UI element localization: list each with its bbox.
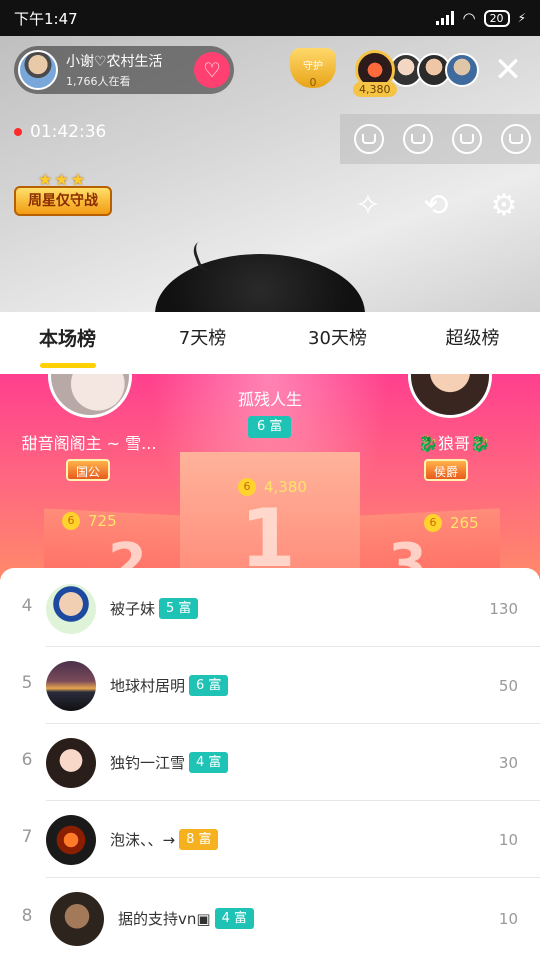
- user-avatar[interactable]: [46, 815, 96, 865]
- fan-avatar[interactable]: [445, 53, 479, 87]
- streamer-head: [155, 254, 365, 312]
- wealth-level-badge: 4 富: [189, 752, 229, 773]
- list-item[interactable]: 5 地球村居明 6 富 50: [0, 647, 540, 724]
- mic-seats: [340, 114, 540, 164]
- user-avatar[interactable]: [50, 892, 104, 946]
- recording-dot-icon: [14, 128, 22, 136]
- list-item[interactable]: 6 独钓一江雪 4 富 30: [0, 724, 540, 801]
- guard-label: 守护: [303, 61, 323, 72]
- close-icon[interactable]: ✕: [488, 50, 528, 90]
- guard-badge[interactable]: 守护 0: [290, 48, 336, 96]
- guard-count: 0: [309, 76, 317, 89]
- battery-icon: 20: [483, 9, 510, 27]
- second-place-score-value: 725: [88, 512, 117, 530]
- ranking-tabs: 本场榜 7天榜 30天榜 超级榜: [0, 312, 540, 374]
- seat-icon[interactable]: [500, 124, 531, 154]
- signal-icon: [436, 11, 455, 25]
- coin-icon: 6: [424, 514, 442, 532]
- seat-icon[interactable]: [451, 124, 482, 154]
- list-item[interactable]: 7 泡沫、、→ 8 富 10: [0, 801, 540, 878]
- switch-camera-icon[interactable]: ⟲: [416, 186, 456, 226]
- tab-30-days[interactable]: 30天榜: [270, 312, 405, 374]
- third-place-avatar[interactable]: [408, 374, 492, 418]
- third-place-title-badge: 侯爵: [424, 459, 469, 481]
- tab-this-session[interactable]: 本场榜: [0, 312, 135, 374]
- contribution-value: 10: [498, 831, 518, 849]
- weekly-star-battle-button[interactable]: ★★★ 周星仅守战: [14, 170, 112, 220]
- magic-wand-icon[interactable]: ✧: [348, 186, 388, 226]
- host-name: 小谢♡农村生活: [66, 54, 163, 70]
- user-name: 泡沫、、→: [110, 831, 176, 849]
- contribution-value: 50: [498, 677, 518, 695]
- charging-icon: ⚡: [517, 11, 526, 25]
- rank-number: 5: [21, 673, 33, 693]
- status-bar: 下午1:47 ◠ 20 ⚡: [0, 0, 540, 36]
- coin-icon: 6: [238, 478, 256, 496]
- second-place-score: 6 725: [62, 512, 117, 530]
- weekly-star-battle-label: 周星仅守战: [14, 186, 112, 216]
- list-item[interactable]: 8 据的支持vn▣ 4 富 10: [0, 880, 540, 957]
- divider: [46, 877, 540, 878]
- coin-icon: 6: [62, 512, 80, 530]
- third-place-score-value: 265: [450, 514, 479, 532]
- user-name: 被子妹: [110, 600, 156, 618]
- user-name: 地球村居明: [110, 677, 186, 695]
- live-timer: 01:42:36: [14, 122, 106, 142]
- third-place-score: 6 265: [424, 514, 479, 532]
- first-place-name: 孤残人生: [237, 390, 302, 409]
- contribution-value: 30: [498, 754, 518, 772]
- wifi-icon: ◠: [462, 9, 476, 27]
- user-name: 据的支持vn▣: [118, 910, 211, 928]
- viewer-count: 1,766人在看: [66, 75, 131, 88]
- host-avatar[interactable]: [18, 50, 58, 90]
- host-info-pill[interactable]: 小谢♡农村生活 1,766人在看 ♡: [14, 46, 234, 94]
- rank-number: 8: [21, 906, 33, 926]
- third-place-name: 🐉狼哥🐉: [418, 434, 490, 453]
- top-fan-value: 4,380: [353, 82, 397, 97]
- second-place-name: 甜音阁阁主 ~ 雪...: [21, 434, 157, 453]
- second-place-title-badge: 国公: [66, 459, 111, 481]
- first-place-score: 6 4,380: [238, 478, 307, 496]
- rank-number: 6: [21, 750, 33, 770]
- user-name: 独钓一江雪: [110, 754, 186, 772]
- list-item[interactable]: 4 被子妹 5 富 130: [0, 570, 540, 647]
- rank-number: 4: [21, 596, 33, 616]
- user-avatar[interactable]: [46, 661, 96, 711]
- status-time: 下午1:47: [14, 9, 78, 28]
- wealth-level-badge: 8 富: [179, 829, 219, 850]
- top-fans[interactable]: 4,380: [353, 50, 479, 97]
- tab-7-days[interactable]: 7天榜: [135, 312, 270, 374]
- live-timer-text: 01:42:36: [30, 122, 107, 142]
- ranking-list: 4 被子妹 5 富 130 5 地球村居明 6 富 50 6 独钓一江雪 4 富 30…: [0, 568, 540, 960]
- seat-icon[interactable]: [353, 124, 384, 154]
- tab-super[interactable]: 超级榜: [405, 312, 540, 374]
- user-avatar[interactable]: [46, 584, 96, 634]
- wealth-level-badge: 6 富: [189, 675, 229, 696]
- wealth-level-badge: 5 富: [159, 598, 199, 619]
- contribution-value: 10: [498, 910, 518, 928]
- contribution-value: 130: [489, 600, 518, 618]
- podium-numeral-1: 1: [240, 492, 296, 580]
- follow-heart-button[interactable]: ♡: [194, 52, 230, 88]
- first-place-score-value: 4,380: [264, 478, 307, 496]
- seat-icon[interactable]: [402, 124, 433, 154]
- top-three-podium: 1 2 3 孤残人生 6 富 6 4,380 甜音阁阁主 ~ 雪... 国公 67…: [0, 374, 540, 580]
- rank-number: 7: [21, 827, 33, 847]
- settings-gear-icon[interactable]: ⚙: [484, 186, 524, 226]
- user-avatar[interactable]: [46, 738, 96, 788]
- second-place-avatar[interactable]: [48, 374, 132, 418]
- live-video[interactable]: 小谢♡农村生活 1,766人在看 ♡ 守护 0 4,380 ✕ 01:42:36…: [0, 36, 540, 312]
- wealth-level-badge: 4 富: [214, 908, 254, 929]
- first-place-level-badge: 6 富: [248, 416, 292, 438]
